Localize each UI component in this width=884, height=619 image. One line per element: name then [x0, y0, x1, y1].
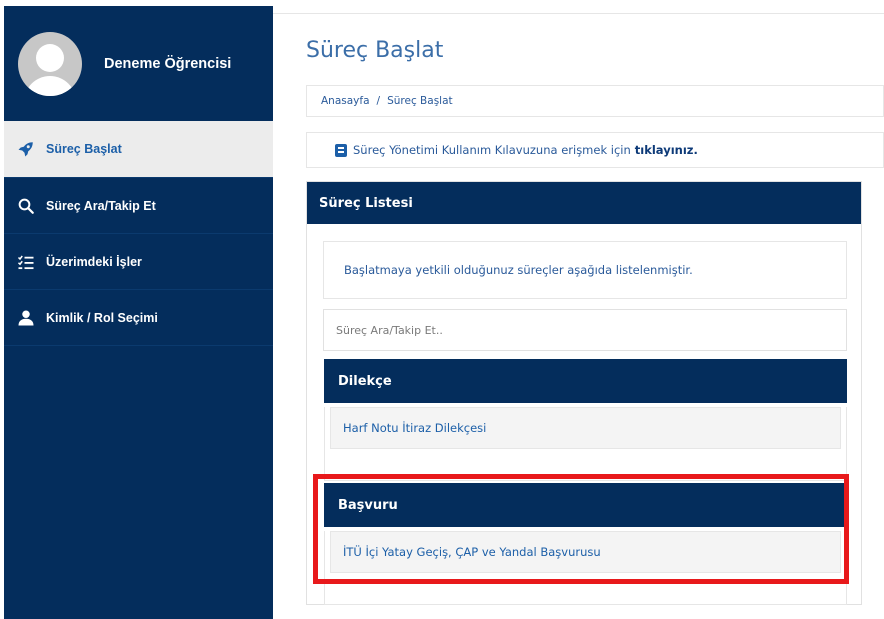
top-bar [273, 0, 884, 14]
user-icon [16, 308, 36, 328]
rocket-icon [16, 139, 36, 159]
panel-title: Süreç Listesi [307, 182, 861, 224]
sidebar: Deneme Öğrencisi Süreç Başlat Süreç Ara/… [4, 6, 273, 619]
group-basvuru: Başvuru İTÜ İçi Yatay Geçiş, ÇAP ve Yand… [324, 483, 847, 605]
group-dilekce: Dilekçe Harf Notu İtiraz Dilekçesi [324, 359, 847, 481]
breadcrumb-home-link[interactable]: Anasayfa [321, 95, 370, 107]
sidebar-item-surec-baslat[interactable]: Süreç Başlat [4, 121, 273, 178]
sidebar-item-label: Üzerimdeki İşler [46, 254, 142, 269]
group-header[interactable]: Dilekçe [324, 359, 847, 403]
sidebar-item-label: Süreç Başlat [46, 142, 122, 156]
user-profile: Deneme Öğrencisi [4, 6, 273, 121]
process-item[interactable]: İTÜ İçi Yatay Geçiş, ÇAP ve Yandal Başvu… [330, 531, 841, 573]
group-body: Harf Notu İtiraz Dilekçesi [324, 407, 847, 481]
group-body: İTÜ İçi Yatay Geçiş, ÇAP ve Yandal Başvu… [324, 531, 847, 605]
sidebar-item-label: Süreç Ara/Takip Et [46, 198, 156, 213]
process-list-panel: Süreç Listesi Başlatmaya yetkili olduğun… [306, 181, 862, 605]
user-name: Deneme Öğrencisi [104, 55, 232, 72]
sidebar-item-label: Kimlik / Rol Seçimi [46, 310, 158, 325]
breadcrumb-separator: / [376, 95, 381, 107]
task-list-icon [16, 252, 36, 272]
guide-info-text: Süreç Yönetimi Kullanım Kılavuzuna erişm… [353, 143, 631, 157]
sidebar-item-surec-ara[interactable]: Süreç Ara/Takip Et [4, 178, 273, 234]
group-header[interactable]: Başvuru [324, 483, 847, 527]
page-title: Süreç Başlat [306, 38, 444, 63]
sidebar-item-kimlik-rol[interactable]: Kimlik / Rol Seçimi [4, 290, 273, 346]
process-item[interactable]: Harf Notu İtiraz Dilekçesi [330, 407, 841, 449]
guide-link[interactable]: tıklayınız. [635, 143, 698, 157]
guide-info-box: Süreç Yönetimi Kullanım Kılavuzuna erişm… [306, 132, 884, 168]
search-icon [16, 196, 36, 216]
sidebar-item-uzerimdeki-isler[interactable]: Üzerimdeki İşler [4, 234, 273, 290]
breadcrumb: Anasayfa / Süreç Başlat [306, 85, 884, 117]
process-search-input[interactable] [323, 309, 847, 351]
breadcrumb-current: Süreç Başlat [387, 95, 453, 107]
avatar [18, 31, 82, 96]
panel-notice: Başlatmaya yetkili olduğunuz süreçler aş… [323, 241, 847, 299]
book-icon [335, 143, 347, 157]
